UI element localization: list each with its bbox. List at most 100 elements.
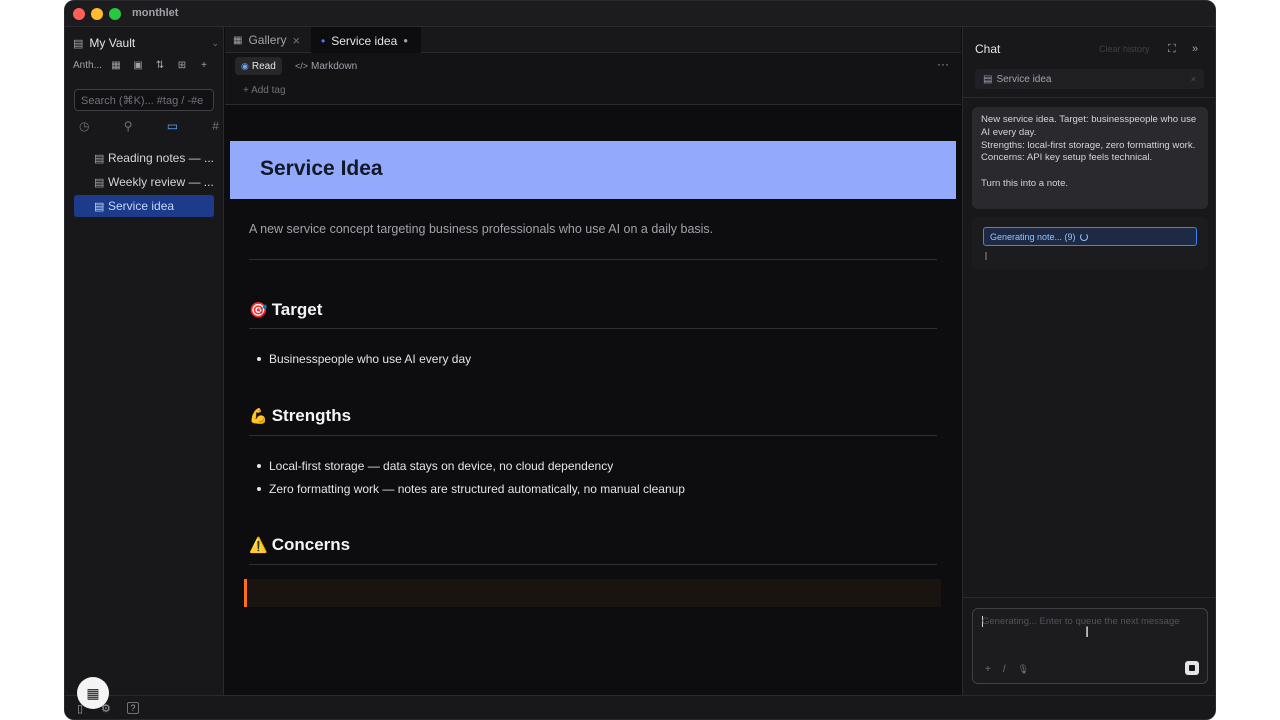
eye-icon: ◉ bbox=[241, 60, 249, 71]
warning-icon: ⚠️ bbox=[249, 537, 268, 554]
add-icon[interactable]: + bbox=[193, 60, 215, 71]
file-item-service-idea[interactable]: ▤ Service idea bbox=[74, 195, 214, 217]
zoom-window-button[interactable] bbox=[109, 8, 121, 20]
read-label: Read bbox=[251, 60, 276, 72]
spinner-icon bbox=[1079, 232, 1088, 241]
calendar-icon: ▦ bbox=[86, 684, 100, 701]
message-line: Turn this into a note. bbox=[981, 177, 1069, 189]
markdown-mode-button[interactable]: </> Markdown bbox=[289, 57, 363, 75]
close-icon[interactable]: × bbox=[1191, 74, 1196, 84]
folder-icon[interactable]: ▭ bbox=[167, 119, 178, 135]
file-item-reading-notes[interactable]: ▤ Reading notes — ... bbox=[74, 147, 214, 169]
close-icon[interactable]: × bbox=[292, 33, 300, 48]
list-item: Businesspeople who use AI every day bbox=[257, 352, 471, 366]
mode-bar: ◉ Read </> Markdown ··· bbox=[225, 53, 961, 79]
chat-input-placeholder: Generating... Enter to queue the next me… bbox=[982, 616, 1180, 627]
document-view: Service Idea A new service concept targe… bbox=[225, 105, 961, 695]
file-icon: ▤ bbox=[983, 73, 993, 85]
title-banner: Service Idea bbox=[230, 141, 956, 199]
minimize-window-button[interactable] bbox=[91, 8, 103, 20]
workspace-label[interactable]: Anth... bbox=[73, 60, 105, 71]
target-icon: 🎯 bbox=[249, 302, 268, 319]
heading-strengths: 💪 Strengths bbox=[249, 406, 351, 426]
file-label: Reading notes — ... bbox=[107, 151, 214, 165]
divider bbox=[963, 97, 1215, 98]
vault-name: My Vault bbox=[89, 36, 136, 50]
slash-command-icon[interactable]: / bbox=[1003, 664, 1006, 675]
file-list: ▤ Reading notes — ... ▤ Weekly review — … bbox=[74, 147, 214, 219]
generating-label: Generating note... (9) bbox=[990, 231, 1076, 242]
list-item: Zero formatting work — notes are structu… bbox=[257, 482, 685, 496]
calendar-fab-button[interactable]: ▦ bbox=[77, 677, 109, 709]
chevron-down-icon: ⌄ bbox=[211, 37, 219, 48]
markdown-label: Markdown bbox=[311, 60, 358, 72]
heading-text: Concerns bbox=[271, 535, 351, 554]
unsaved-dot-icon: ● bbox=[403, 36, 409, 45]
context-file-label: Service idea bbox=[996, 73, 1052, 85]
note-icon: ▤ bbox=[94, 200, 105, 213]
tab-dot-icon: • bbox=[321, 33, 326, 48]
sidebar-toolbar: Anth... ▦ ▣ ⇅ ⊞ + bbox=[73, 57, 221, 73]
title-bar: monthlet bbox=[65, 1, 1215, 27]
gallery-icon: ▦ bbox=[233, 34, 243, 46]
generating-status: Generating note... (9) bbox=[983, 227, 1197, 246]
heading-text: Target bbox=[271, 300, 323, 319]
sidebar: ▤ My Vault ⌄ Anth... ▦ ▣ ⇅ ⊞ + Search (⌘… bbox=[65, 27, 224, 695]
tag-bar: + Add tag bbox=[225, 79, 961, 105]
clear-history-button[interactable]: Clear history bbox=[1099, 44, 1150, 54]
sort-icon[interactable]: ⇅ bbox=[149, 60, 171, 71]
new-folder-icon[interactable]: ⊞ bbox=[171, 60, 193, 71]
tab-label: Gallery bbox=[248, 33, 287, 47]
attach-icon[interactable]: + bbox=[985, 664, 991, 675]
message-line: Concerns: API key setup feels technical. bbox=[981, 152, 1153, 164]
filter-row: ◷ ⚲ ▭ # bbox=[79, 119, 219, 135]
text-cursor-icon: I bbox=[1085, 625, 1090, 641]
tab-label: Service idea bbox=[331, 33, 398, 48]
expand-icon[interactable]: ⛶ bbox=[1168, 43, 1176, 56]
close-window-button[interactable] bbox=[73, 8, 85, 20]
grid-icon[interactable]: ▦ bbox=[105, 60, 127, 71]
tab-bar: ▦ Gallery × • Service idea ● bbox=[225, 27, 961, 54]
recent-icon[interactable]: ◷ bbox=[79, 119, 89, 135]
lead-paragraph: A new service concept targeting business… bbox=[249, 222, 714, 236]
help-icon[interactable]: ? bbox=[127, 702, 139, 714]
tab-gallery[interactable]: ▦ Gallery × bbox=[233, 27, 300, 53]
chat-input[interactable]: Generating... Enter to queue the next me… bbox=[972, 608, 1208, 684]
code-icon: </> bbox=[295, 61, 309, 71]
page-title: Service Idea bbox=[260, 157, 383, 180]
user-message: New service idea. Target: businesspeople… bbox=[972, 107, 1208, 209]
file-label: Service idea bbox=[108, 199, 175, 213]
divider bbox=[249, 564, 937, 565]
calendar-icon[interactable]: ▣ bbox=[127, 60, 149, 71]
heading-text: Strengths bbox=[271, 406, 352, 425]
note-icon: ▤ bbox=[94, 152, 105, 165]
tab-service-idea[interactable]: • Service idea ● bbox=[311, 27, 421, 54]
add-tag-button[interactable]: + Add tag bbox=[243, 85, 286, 96]
typing-caret bbox=[985, 252, 987, 260]
message-line: New service idea. Target: businesspeople… bbox=[981, 114, 1197, 138]
chat-panel: Chat Clear history ⛶ » ▤ Service idea × … bbox=[962, 27, 1215, 695]
pin-icon[interactable]: ⚲ bbox=[124, 119, 133, 135]
note-icon: ▤ bbox=[94, 176, 105, 189]
divider bbox=[249, 328, 937, 329]
read-mode-button[interactable]: ◉ Read bbox=[235, 57, 282, 75]
divider bbox=[963, 597, 1215, 598]
heading-target: 🎯 Target bbox=[249, 300, 322, 320]
app-window: monthlet ▤ My Vault ⌄ Anth... ▦ ▣ ⇅ ⊞ + … bbox=[64, 0, 1216, 720]
file-item-weekly-review[interactable]: ▤ Weekly review — ... bbox=[74, 171, 214, 193]
message-line bbox=[981, 165, 1199, 178]
divider bbox=[249, 259, 937, 260]
collapse-panel-icon[interactable]: » bbox=[1192, 43, 1198, 55]
list-item: Local-first storage — data stays on devi… bbox=[257, 459, 613, 473]
microphone-icon[interactable]: 🎙 bbox=[1018, 664, 1029, 675]
context-file-chip[interactable]: ▤ Service idea × bbox=[975, 69, 1204, 89]
message-line: Strengths: local-first storage, zero for… bbox=[981, 139, 1196, 151]
file-label: Weekly review — ... bbox=[108, 175, 214, 189]
chat-title: Chat bbox=[975, 42, 1001, 56]
tag-icon[interactable]: # bbox=[212, 119, 219, 135]
stop-generation-button[interactable] bbox=[1185, 661, 1199, 675]
assistant-response: Generating note... (9) bbox=[972, 217, 1208, 269]
more-options-icon[interactable]: ··· bbox=[937, 57, 949, 71]
vault-selector[interactable]: ▤ My Vault ⌄ bbox=[73, 33, 219, 53]
search-input[interactable]: Search (⌘K)... #tag / -#e bbox=[74, 89, 214, 111]
